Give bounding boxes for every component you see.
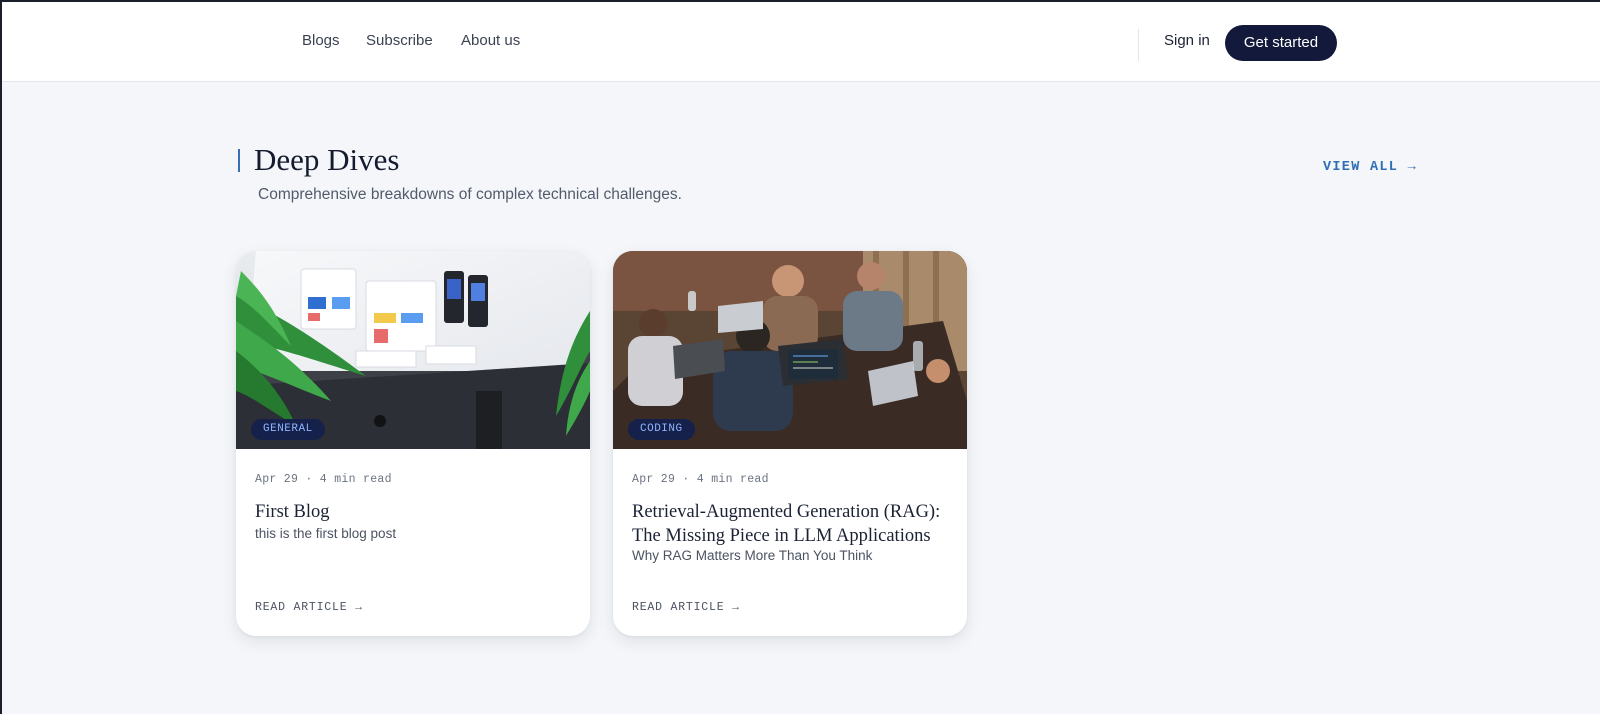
category-tag-general[interactable]: GENERAL [251,419,325,440]
view-all-link[interactable]: VIEW ALL → [1323,160,1417,175]
read-article-link[interactable]: READ ARTICLE → [255,601,363,614]
get-started-button[interactable]: Get started [1225,25,1337,61]
post-meta: Apr 29 · 4 min read [632,473,769,486]
section-accent-bar [238,149,240,172]
sign-in-link[interactable]: Sign in [1164,32,1210,49]
category-tag-coding[interactable]: CODING [628,419,695,440]
nav-link-blogs[interactable]: Blogs [302,32,340,49]
section-title: Deep Dives [254,142,400,177]
blog-card-first-blog[interactable]: GENERAL Apr 29 · 4 min read First Blog t… [236,251,590,636]
top-navigation-bar: Blogs Subscribe About us Sign in Get sta… [2,2,1600,82]
post-excerpt: this is the first blog post [255,526,397,541]
post-title[interactable]: First Blog [255,500,573,524]
team-laptops-image: CODING [613,251,967,449]
post-meta: Apr 29 · 4 min read [255,473,392,486]
nav-link-subscribe[interactable]: Subscribe [366,32,433,49]
page: Blogs Subscribe About us Sign in Get sta… [0,0,1600,714]
read-article-link[interactable]: READ ARTICLE → [632,601,740,614]
nav-link-about-us[interactable]: About us [461,32,520,49]
desktop-monitor-plant-image: GENERAL [236,251,590,449]
blog-card-rag[interactable]: CODING Apr 29 · 4 min read Retrieval-Aug… [613,251,967,636]
post-title[interactable]: Retrieval-Augmented Generation (RAG): Th… [632,500,950,548]
nav-divider [1138,29,1139,61]
section-subtitle: Comprehensive breakdowns of complex tech… [258,186,682,203]
post-excerpt: Why RAG Matters More Than You Think [632,548,873,563]
